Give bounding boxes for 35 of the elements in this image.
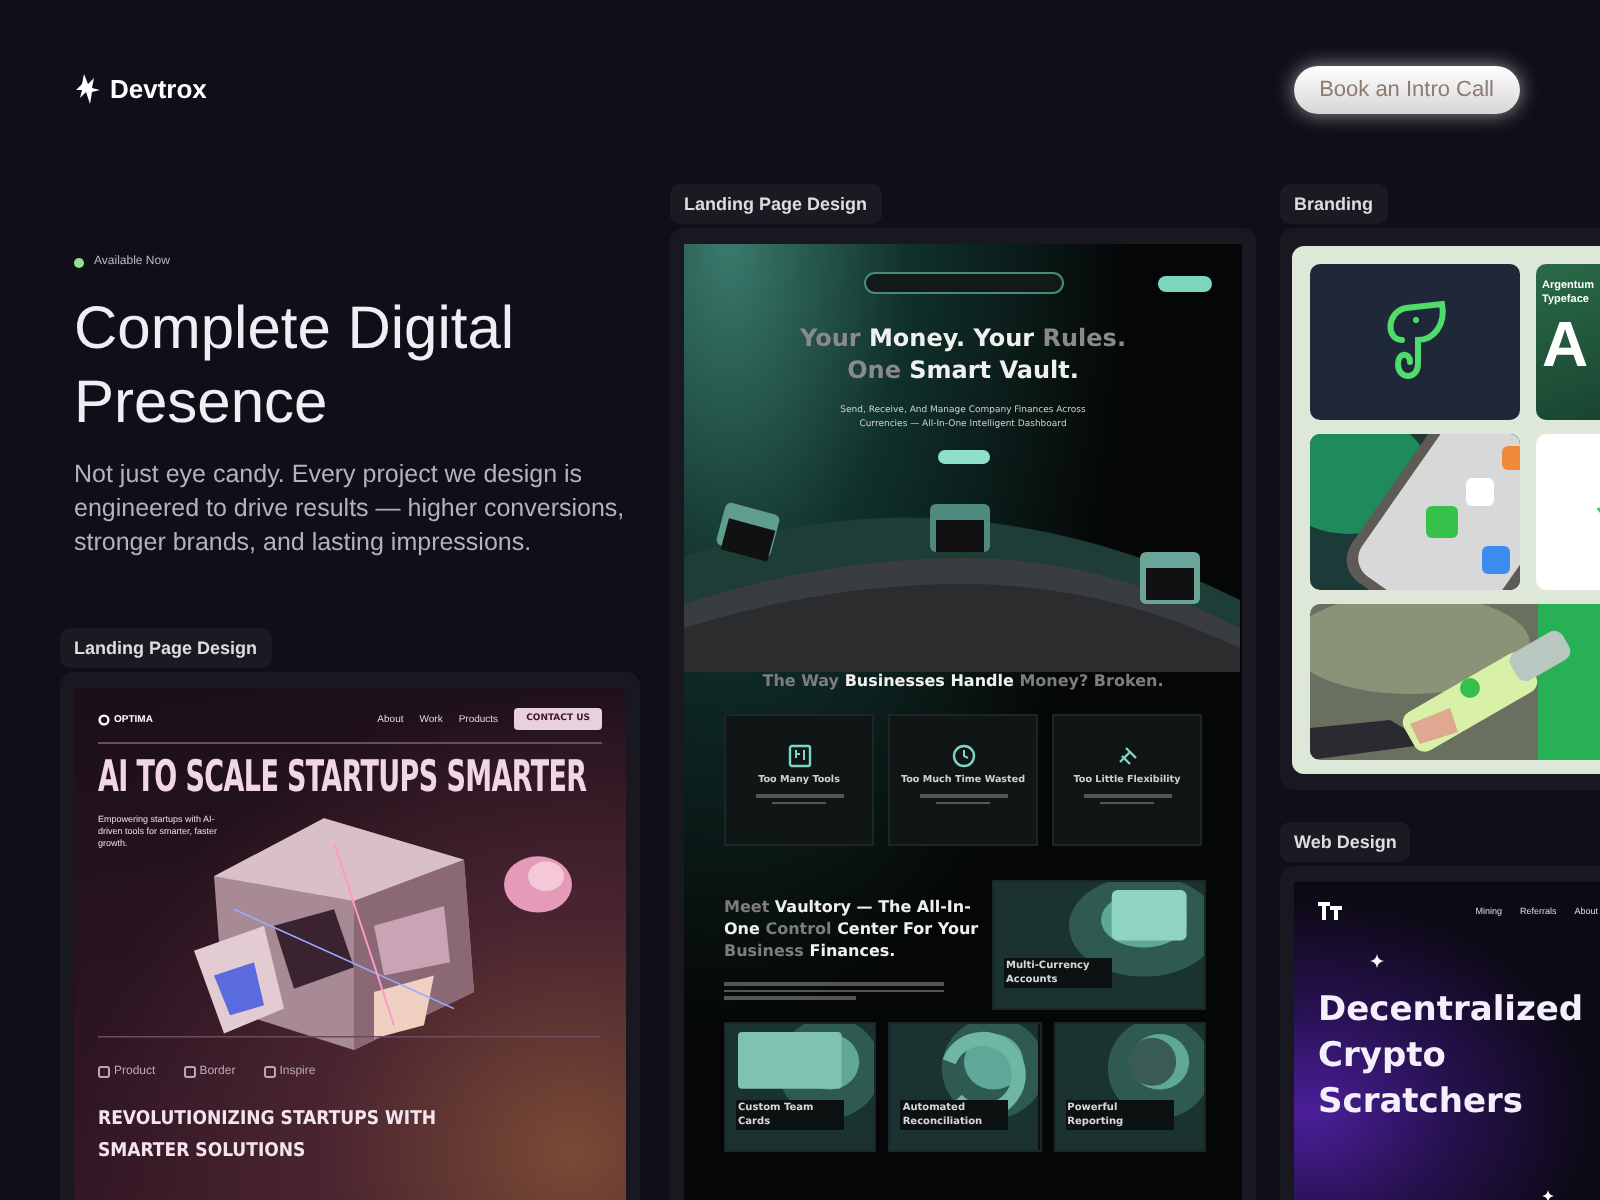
tools-icon (1115, 744, 1139, 768)
board-icon (787, 744, 811, 768)
nav-button[interactable] (1158, 275, 1212, 291)
partner-logo-icon (263, 1066, 276, 1078)
crypto-headline: Decentralized Crypto Scratchers (1318, 988, 1584, 1126)
type-sample: A (1542, 308, 1591, 380)
category-tag: Web Design (1280, 822, 1411, 862)
blurred-text-line (1100, 801, 1154, 804)
status-dot (74, 257, 84, 267)
blurred-text-line (724, 996, 856, 999)
logo-icon (1318, 902, 1342, 920)
section-title: REVOLUTIONIZING STARTUPS WITH SMARTER SOLUTIONS (98, 1106, 439, 1166)
problem-heading: The Way Businesses Handle Money? Broken. (760, 672, 1166, 690)
blurred-text-line (936, 801, 990, 804)
sparkle-icon (1370, 954, 1384, 968)
clock-icon (951, 744, 975, 768)
hero-title: Complete Digital Presence (74, 294, 517, 440)
category-tag: Branding (1280, 184, 1387, 224)
category-tag: Landing Page Design (60, 628, 272, 668)
feature-title: Meet Vaultory — The All-In-One Control Center For Your Business Finances. (724, 896, 980, 962)
partner-logo-icon (183, 1066, 196, 1078)
logo-icon (74, 72, 102, 106)
startup-headline: AI TO SCALE STARTUPS SMARTER (98, 750, 589, 803)
partner-logo-icon (98, 1066, 110, 1078)
blurred-text-line (772, 801, 826, 804)
blurred-text-line (1083, 794, 1171, 797)
sparkle-icon (1542, 1190, 1554, 1200)
category-tag: Landing Page Design (670, 184, 882, 224)
ring-logo-icon (98, 713, 110, 725)
cta-button[interactable] (937, 450, 989, 464)
hero-description: Not just eye candy. Every project we design is engineered to drive results — higher conversions, stronger brands, and lasting impressions. (74, 458, 627, 560)
brand-name: Devtrox (110, 74, 207, 104)
finance-headline: Your Money. Your Rules. One Smart Vault. (797, 322, 1129, 386)
blurred-text-line (755, 794, 843, 797)
blurred-text-line (919, 794, 1007, 797)
